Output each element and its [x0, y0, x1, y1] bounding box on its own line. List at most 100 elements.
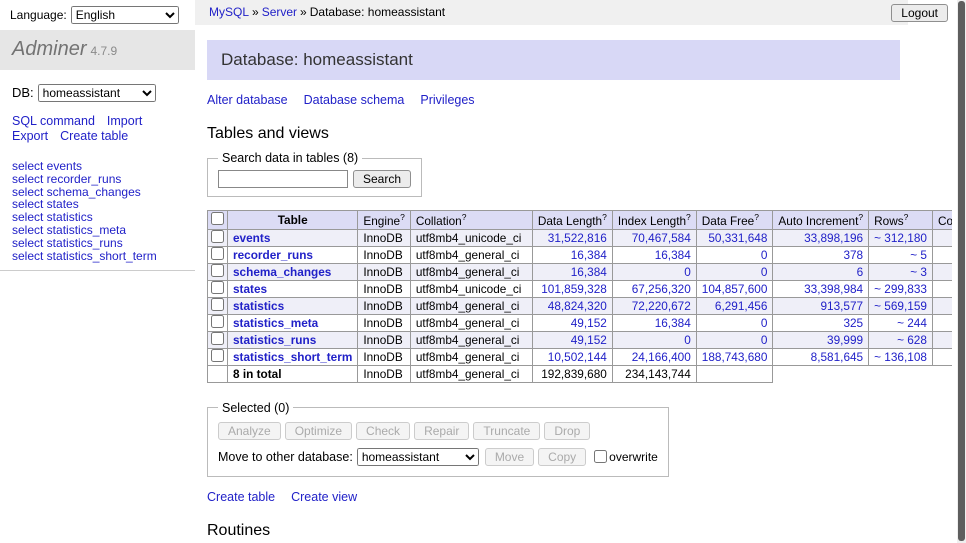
- rows-link[interactable]: ~ 628: [874, 333, 927, 347]
- data-free-link[interactable]: 0: [702, 265, 768, 279]
- data-free-link[interactable]: 50,331,648: [702, 231, 768, 245]
- auto-increment-link[interactable]: 913,577: [778, 299, 863, 313]
- cell-engine: InnoDB: [358, 348, 410, 365]
- index-length-link[interactable]: 16,384: [618, 248, 691, 262]
- auto-increment-link[interactable]: 6: [778, 265, 863, 279]
- table-name-link[interactable]: statistics_short_term: [233, 350, 352, 364]
- search-input[interactable]: [218, 170, 348, 188]
- auto-increment-link[interactable]: 33,898,196: [778, 231, 863, 245]
- table-name-link[interactable]: statistics: [233, 299, 284, 313]
- sidebar-links: SQL command Import Export Create table: [12, 114, 183, 144]
- auto-increment-link[interactable]: 8,581,645: [778, 350, 863, 364]
- auto-increment-link[interactable]: 33,398,984: [778, 282, 863, 296]
- scrollbar-thumb[interactable]: [958, 1, 965, 541]
- database-schema-link[interactable]: Database schema: [304, 93, 405, 107]
- db-select[interactable]: homeassistant: [38, 84, 156, 102]
- rows-link[interactable]: ~ 569,159: [874, 299, 927, 313]
- totals-row: 8 in total InnoDB utf8mb4_general_ci 192…: [208, 365, 953, 382]
- column-header-data-length: Data Length?: [532, 211, 612, 230]
- check-button[interactable]: Check: [356, 422, 410, 440]
- index-length-link[interactable]: 0: [618, 265, 691, 279]
- rows-link[interactable]: ~ 244: [874, 316, 927, 330]
- auto-increment-link[interactable]: 378: [778, 248, 863, 262]
- create-view-link[interactable]: Create view: [291, 490, 357, 504]
- tables-and-views-heading: Tables and views: [207, 125, 952, 143]
- index-length-link[interactable]: 67,256,320: [618, 282, 691, 296]
- move-db-select[interactable]: homeassistant: [357, 448, 479, 466]
- export-link[interactable]: Export: [12, 129, 48, 143]
- help-marker: ?: [602, 212, 607, 222]
- cell-data-free: 104,857,600: [696, 280, 773, 297]
- row-checkbox[interactable]: [211, 264, 224, 277]
- move-button[interactable]: Move: [485, 448, 534, 466]
- analyze-button[interactable]: Analyze: [218, 422, 281, 440]
- table-name-link[interactable]: statistics_meta: [233, 316, 318, 330]
- index-length-link[interactable]: 72,220,672: [618, 299, 691, 313]
- data-free-link[interactable]: 6,291,456: [702, 299, 768, 313]
- row-checkbox[interactable]: [211, 315, 224, 328]
- cell-rows: ~ 5: [869, 246, 933, 263]
- index-length-link[interactable]: 0: [618, 333, 691, 347]
- index-length-link[interactable]: 70,467,584: [618, 231, 691, 245]
- breadcrumb-link-server[interactable]: Server: [262, 5, 297, 19]
- cell-comment: [932, 229, 952, 246]
- import-link[interactable]: Import: [107, 114, 142, 128]
- rows-link[interactable]: ~ 136,108: [874, 350, 927, 364]
- table-name-link[interactable]: schema_changes: [233, 265, 331, 279]
- sql-command-link[interactable]: SQL command: [12, 114, 95, 128]
- totals-label: 8 in total: [228, 365, 358, 382]
- data-free-link[interactable]: 0: [702, 333, 768, 347]
- data-length-link[interactable]: 48,824,320: [538, 299, 607, 313]
- table-name-link[interactable]: recorder_runs: [233, 248, 313, 262]
- data-free-link[interactable]: 0: [702, 316, 768, 330]
- create-table-sidebar-link[interactable]: Create table: [60, 129, 128, 143]
- logout-button[interactable]: Logout: [891, 4, 948, 22]
- data-length-link[interactable]: 16,384: [538, 265, 607, 279]
- search-button[interactable]: Search: [353, 170, 411, 188]
- privileges-link[interactable]: Privileges: [420, 93, 474, 107]
- optimize-button[interactable]: Optimize: [285, 422, 352, 440]
- vertical-scrollbar[interactable]: [957, 0, 966, 543]
- cell-engine: InnoDB: [358, 297, 410, 314]
- rows-link[interactable]: ~ 299,833: [874, 282, 927, 296]
- language-select[interactable]: English: [71, 6, 179, 24]
- data-length-link[interactable]: 49,152: [538, 333, 607, 347]
- row-checkbox[interactable]: [211, 281, 224, 294]
- data-length-link[interactable]: 101,859,328: [538, 282, 607, 296]
- sidebar-table-link[interactable]: select statistics_short_term: [12, 249, 157, 263]
- data-free-link[interactable]: 188,743,680: [702, 350, 768, 364]
- cell-collation: utf8mb4_general_ci: [410, 314, 532, 331]
- row-checkbox[interactable]: [211, 247, 224, 260]
- breadcrumb-link-mysql[interactable]: MySQL: [209, 5, 249, 19]
- rows-link[interactable]: ~ 3: [874, 265, 927, 279]
- alter-database-link[interactable]: Alter database: [207, 93, 288, 107]
- data-free-link[interactable]: 0: [702, 248, 768, 262]
- rows-link[interactable]: ~ 5: [874, 248, 927, 262]
- data-free-link[interactable]: 104,857,600: [702, 282, 768, 296]
- create-table-link[interactable]: Create table: [207, 490, 275, 504]
- adminer-logo-link[interactable]: Adminer: [12, 38, 86, 60]
- auto-increment-link[interactable]: 39,999: [778, 333, 863, 347]
- table-name-link[interactable]: statistics_runs: [233, 333, 316, 347]
- index-length-link[interactable]: 24,166,400: [618, 350, 691, 364]
- drop-button[interactable]: Drop: [544, 422, 590, 440]
- rows-link[interactable]: ~ 312,180: [874, 231, 927, 245]
- truncate-button[interactable]: Truncate: [473, 422, 540, 440]
- overwrite-checkbox[interactable]: [594, 450, 607, 463]
- data-length-link[interactable]: 10,502,144: [538, 350, 607, 364]
- data-length-link[interactable]: 16,384: [538, 248, 607, 262]
- index-length-link[interactable]: 16,384: [618, 316, 691, 330]
- data-length-link[interactable]: 31,522,816: [538, 231, 607, 245]
- row-checkbox[interactable]: [211, 332, 224, 345]
- data-length-link[interactable]: 49,152: [538, 316, 607, 330]
- auto-increment-link[interactable]: 325: [778, 316, 863, 330]
- row-checkbox[interactable]: [211, 349, 224, 362]
- row-checkbox[interactable]: [211, 298, 224, 311]
- table-name-link[interactable]: events: [233, 231, 270, 245]
- select-all-checkbox[interactable]: [211, 212, 224, 225]
- cell-engine: InnoDB: [358, 314, 410, 331]
- copy-button[interactable]: Copy: [538, 448, 586, 466]
- row-checkbox[interactable]: [211, 230, 224, 243]
- repair-button[interactable]: Repair: [414, 422, 469, 440]
- table-name-link[interactable]: states: [233, 282, 267, 296]
